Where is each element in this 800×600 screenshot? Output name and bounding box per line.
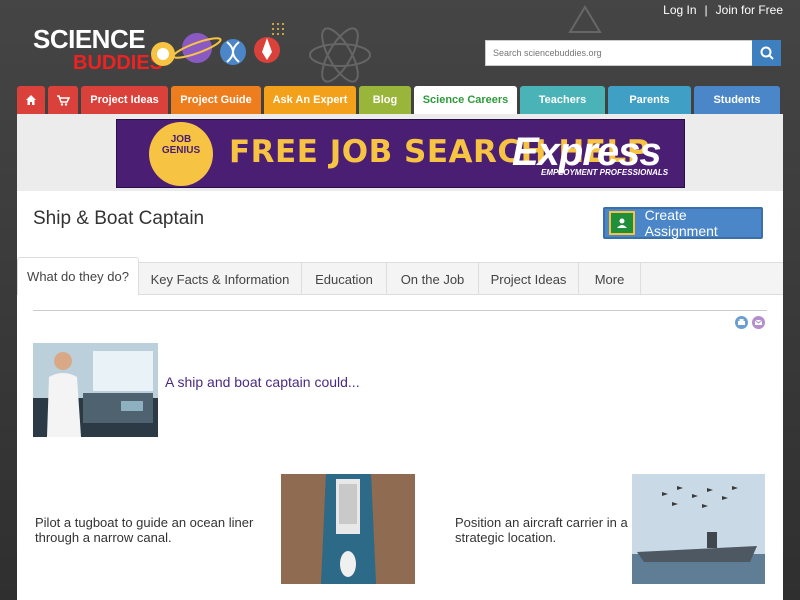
tab-what-do-they-do[interactable]: What do they do? [17, 257, 139, 295]
tab-on-the-job[interactable]: On the Job [387, 263, 479, 295]
share-icons [735, 316, 765, 329]
nav-teachers[interactable]: Teachers [520, 86, 605, 114]
tab-project-ideas[interactable]: Project Ideas [479, 263, 579, 295]
google-classroom-icon [609, 211, 635, 235]
nav-cart[interactable] [48, 86, 78, 114]
search-icon [760, 46, 774, 60]
cart-icon [57, 95, 70, 106]
captain-photo [33, 343, 158, 437]
link-separator: | [704, 3, 708, 17]
item-carrier-text: Position an aircraft carrier in a strate… [455, 515, 628, 545]
nav-project-ideas[interactable]: Project Ideas [81, 86, 168, 114]
main-content: JOB GENIUS FREE JOB SEARCH HELP Express … [17, 114, 783, 600]
logo-science-icons [151, 23, 284, 66]
tab-education[interactable]: Education [302, 263, 387, 295]
create-assignment-label: Create Assignment [644, 207, 718, 239]
search-button[interactable] [752, 40, 781, 66]
print-icon[interactable] [735, 316, 748, 329]
main-nav: Project Ideas Project Guide Ask An Exper… [17, 86, 783, 114]
lead-text-link[interactable]: A ship and boat captain could... [165, 374, 360, 390]
page-title: Ship & Boat Captain [33, 208, 205, 229]
express-tagline: EMPLOYMENT PROFESSIONALS [541, 168, 669, 177]
search-bar [485, 40, 781, 66]
create-assignment-button[interactable]: Create Assignment [603, 207, 763, 239]
item-tugboat-text: Pilot a tugboat to guide an ocean liner … [35, 515, 254, 545]
job-genius-label: JOB GENIUS [161, 134, 201, 156]
atom-doodle-icon [309, 27, 371, 83]
canal-ship-photo [281, 474, 415, 584]
home-icon [26, 95, 36, 105]
divider [33, 310, 767, 311]
join-link[interactable]: Join for Free [716, 3, 783, 17]
tab-more[interactable]: More [579, 263, 641, 295]
nav-science-careers[interactable]: Science Careers [414, 86, 517, 114]
account-links: Log In | Join for Free [663, 3, 783, 17]
job-genius-badge: JOB GENIUS [149, 122, 213, 186]
search-input[interactable] [485, 40, 752, 66]
career-subtabs: What do they do? Key Facts & Information… [17, 257, 783, 295]
science-buddies-logo[interactable]: SCIENCE BUDDIES [33, 22, 293, 78]
flask-doodle-icon [568, 5, 602, 33]
nav-project-guide[interactable]: Project Guide [171, 86, 261, 114]
email-icon[interactable] [752, 316, 765, 329]
logo-text-science: SCIENCE [33, 24, 146, 54]
nav-students[interactable]: Students [694, 86, 780, 114]
nav-ask-an-expert[interactable]: Ask An Expert [264, 86, 356, 114]
aircraft-carrier-photo [632, 474, 765, 584]
nav-home[interactable] [17, 86, 45, 114]
login-link[interactable]: Log In [663, 3, 696, 17]
express-ad-banner[interactable]: JOB GENIUS FREE JOB SEARCH HELP Express … [116, 119, 685, 188]
nav-blog[interactable]: Blog [359, 86, 411, 114]
ad-bar: JOB GENIUS FREE JOB SEARCH HELP Express … [17, 114, 783, 191]
tab-key-facts[interactable]: Key Facts & Information [139, 263, 302, 295]
nav-parents[interactable]: Parents [608, 86, 691, 114]
